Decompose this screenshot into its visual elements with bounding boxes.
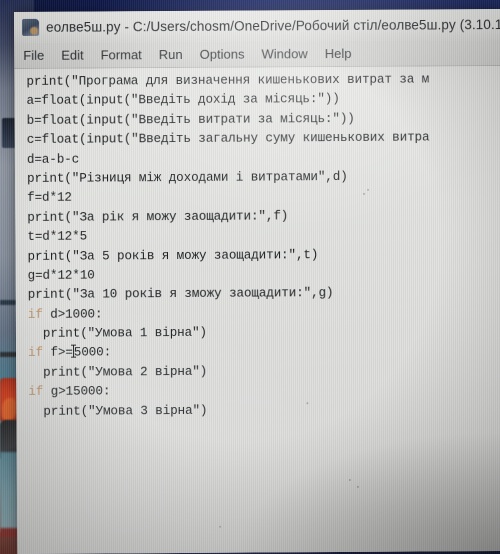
window-titlebar: еолве5ш.py - C:/Users/chosm/OneDrive/Роб… (14, 8, 500, 43)
text-caret (72, 345, 74, 359)
code-text[interactable]: print("Програма для визначення кишеньков… (14, 70, 500, 422)
menu-item-options[interactable]: Options (200, 47, 245, 62)
code-line[interactable]: print("Умова 3 вірна") (28, 400, 500, 422)
menu-bar: File Edit Format Run Options Window Help (14, 39, 500, 69)
code-editor-area[interactable]: print("Програма для визначення кишеньков… (14, 65, 500, 554)
python-keyword: if (28, 385, 44, 400)
menu-item-run[interactable]: Run (159, 47, 183, 62)
python-keyword: if (28, 346, 44, 361)
menu-item-window[interactable]: Window (261, 46, 307, 61)
menu-item-format[interactable]: Format (101, 47, 142, 62)
menu-item-file[interactable]: File (23, 48, 44, 63)
background-object-orange (2, 398, 16, 420)
idle-editor-window: еолве5ш.py - C:/Users/chosm/OneDrive/Роб… (14, 8, 500, 554)
python-idle-icon (22, 18, 40, 36)
code-line[interactable]: print("Програма для визначення кишеньков… (26, 70, 500, 92)
menu-item-help[interactable]: Help (325, 46, 352, 61)
menu-item-edit[interactable]: Edit (61, 48, 83, 63)
code-line[interactable]: c=float(input("Введіть загальну суму киш… (27, 128, 500, 150)
photo-of-screen: еолве5ш.py - C:/Users/chosm/OneDrive/Роб… (0, 0, 500, 554)
window-title: еолве5ш.py - C:/Users/chosm/OneDrive/Роб… (46, 16, 500, 35)
python-keyword: if (27, 307, 43, 322)
